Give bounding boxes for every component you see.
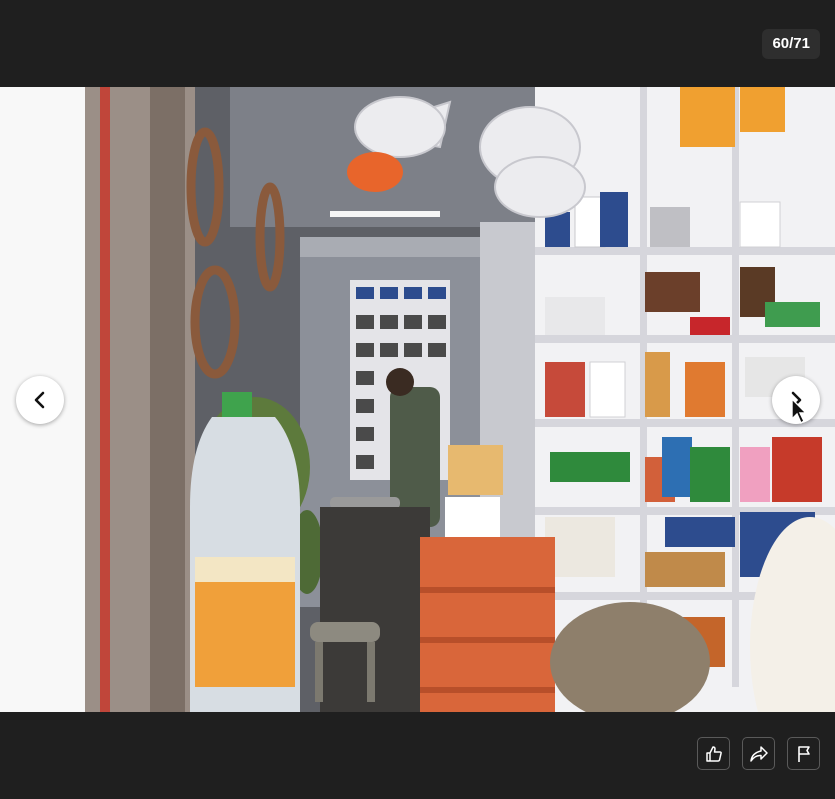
image-counter: 60/71 bbox=[762, 29, 820, 59]
photo-actions bbox=[697, 737, 820, 770]
next-image-button[interactable] bbox=[772, 376, 820, 424]
thumbs-up-icon bbox=[705, 745, 722, 762]
store-photo-illustration bbox=[0, 87, 835, 712]
store-photo bbox=[0, 87, 835, 712]
image-viewer: 60/71 bbox=[0, 0, 835, 799]
chevron-right-icon bbox=[791, 391, 802, 409]
like-button[interactable] bbox=[697, 737, 730, 770]
share-button[interactable] bbox=[742, 737, 775, 770]
flag-icon bbox=[797, 745, 810, 762]
share-icon bbox=[749, 745, 768, 762]
chevron-left-icon bbox=[34, 391, 45, 409]
report-button[interactable] bbox=[787, 737, 820, 770]
previous-image-button[interactable] bbox=[16, 376, 64, 424]
